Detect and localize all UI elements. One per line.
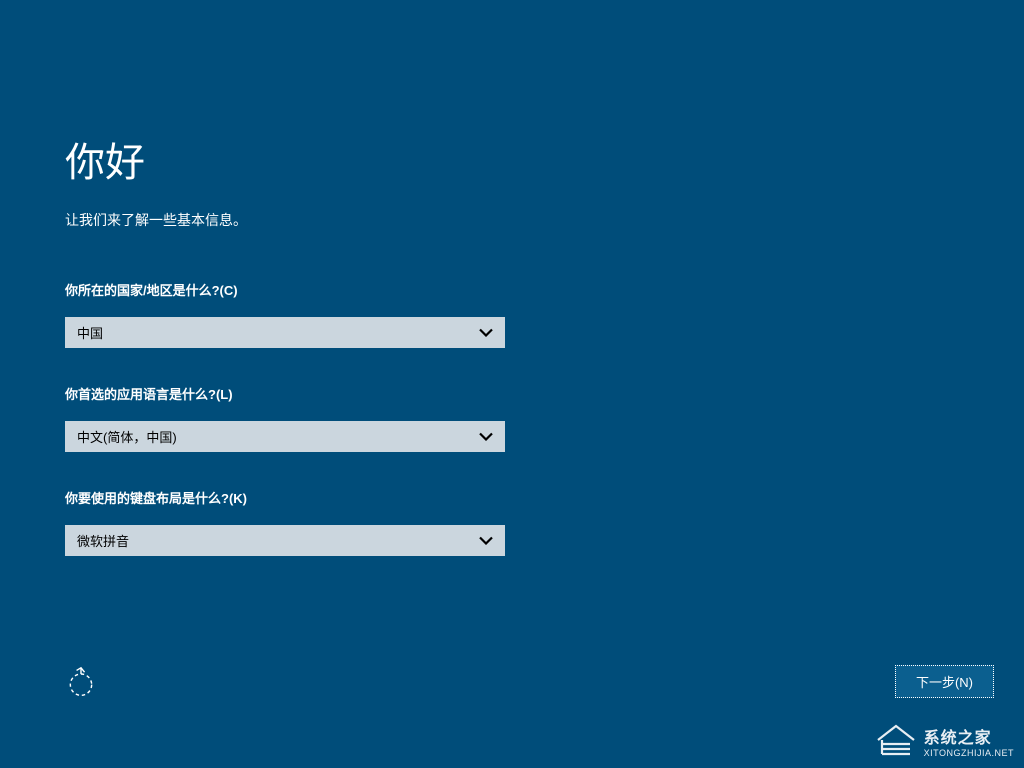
watermark-url: XITONGZHIJIA.NET bbox=[924, 748, 1014, 758]
country-form-group: 你所在的国家/地区是什么?(C) 中国 bbox=[65, 280, 959, 348]
watermark-text: 系统之家 XITONGZHIJIA.NET bbox=[924, 724, 1014, 758]
accessibility-icon[interactable] bbox=[65, 666, 97, 698]
country-value: 中国 bbox=[77, 323, 103, 342]
watermark-logo-icon bbox=[874, 722, 918, 760]
language-label: 你首选的应用语言是什么?(L) bbox=[65, 384, 959, 403]
country-label: 你所在的国家/地区是什么?(C) bbox=[65, 280, 959, 299]
chevron-down-icon bbox=[479, 430, 493, 444]
next-button[interactable]: 下一步(N) bbox=[895, 665, 994, 698]
language-dropdown[interactable]: 中文(简体，中国) bbox=[65, 421, 505, 452]
chevron-down-icon bbox=[479, 534, 493, 548]
page-subtitle: 让我们来了解一些基本信息。 bbox=[65, 210, 959, 230]
footer: 下一步(N) bbox=[0, 665, 1024, 698]
keyboard-label: 你要使用的键盘布局是什么?(K) bbox=[65, 488, 959, 507]
country-dropdown[interactable]: 中国 bbox=[65, 317, 505, 348]
language-value: 中文(简体，中国) bbox=[77, 427, 177, 446]
keyboard-dropdown[interactable]: 微软拼音 bbox=[65, 525, 505, 556]
watermark: 系统之家 XITONGZHIJIA.NET bbox=[874, 722, 1014, 760]
watermark-title: 系统之家 bbox=[924, 724, 1014, 748]
keyboard-value: 微软拼音 bbox=[77, 531, 129, 550]
keyboard-form-group: 你要使用的键盘布局是什么?(K) 微软拼音 bbox=[65, 488, 959, 556]
language-form-group: 你首选的应用语言是什么?(L) 中文(简体，中国) bbox=[65, 384, 959, 452]
page-title: 你好 bbox=[65, 130, 959, 188]
chevron-down-icon bbox=[479, 326, 493, 340]
